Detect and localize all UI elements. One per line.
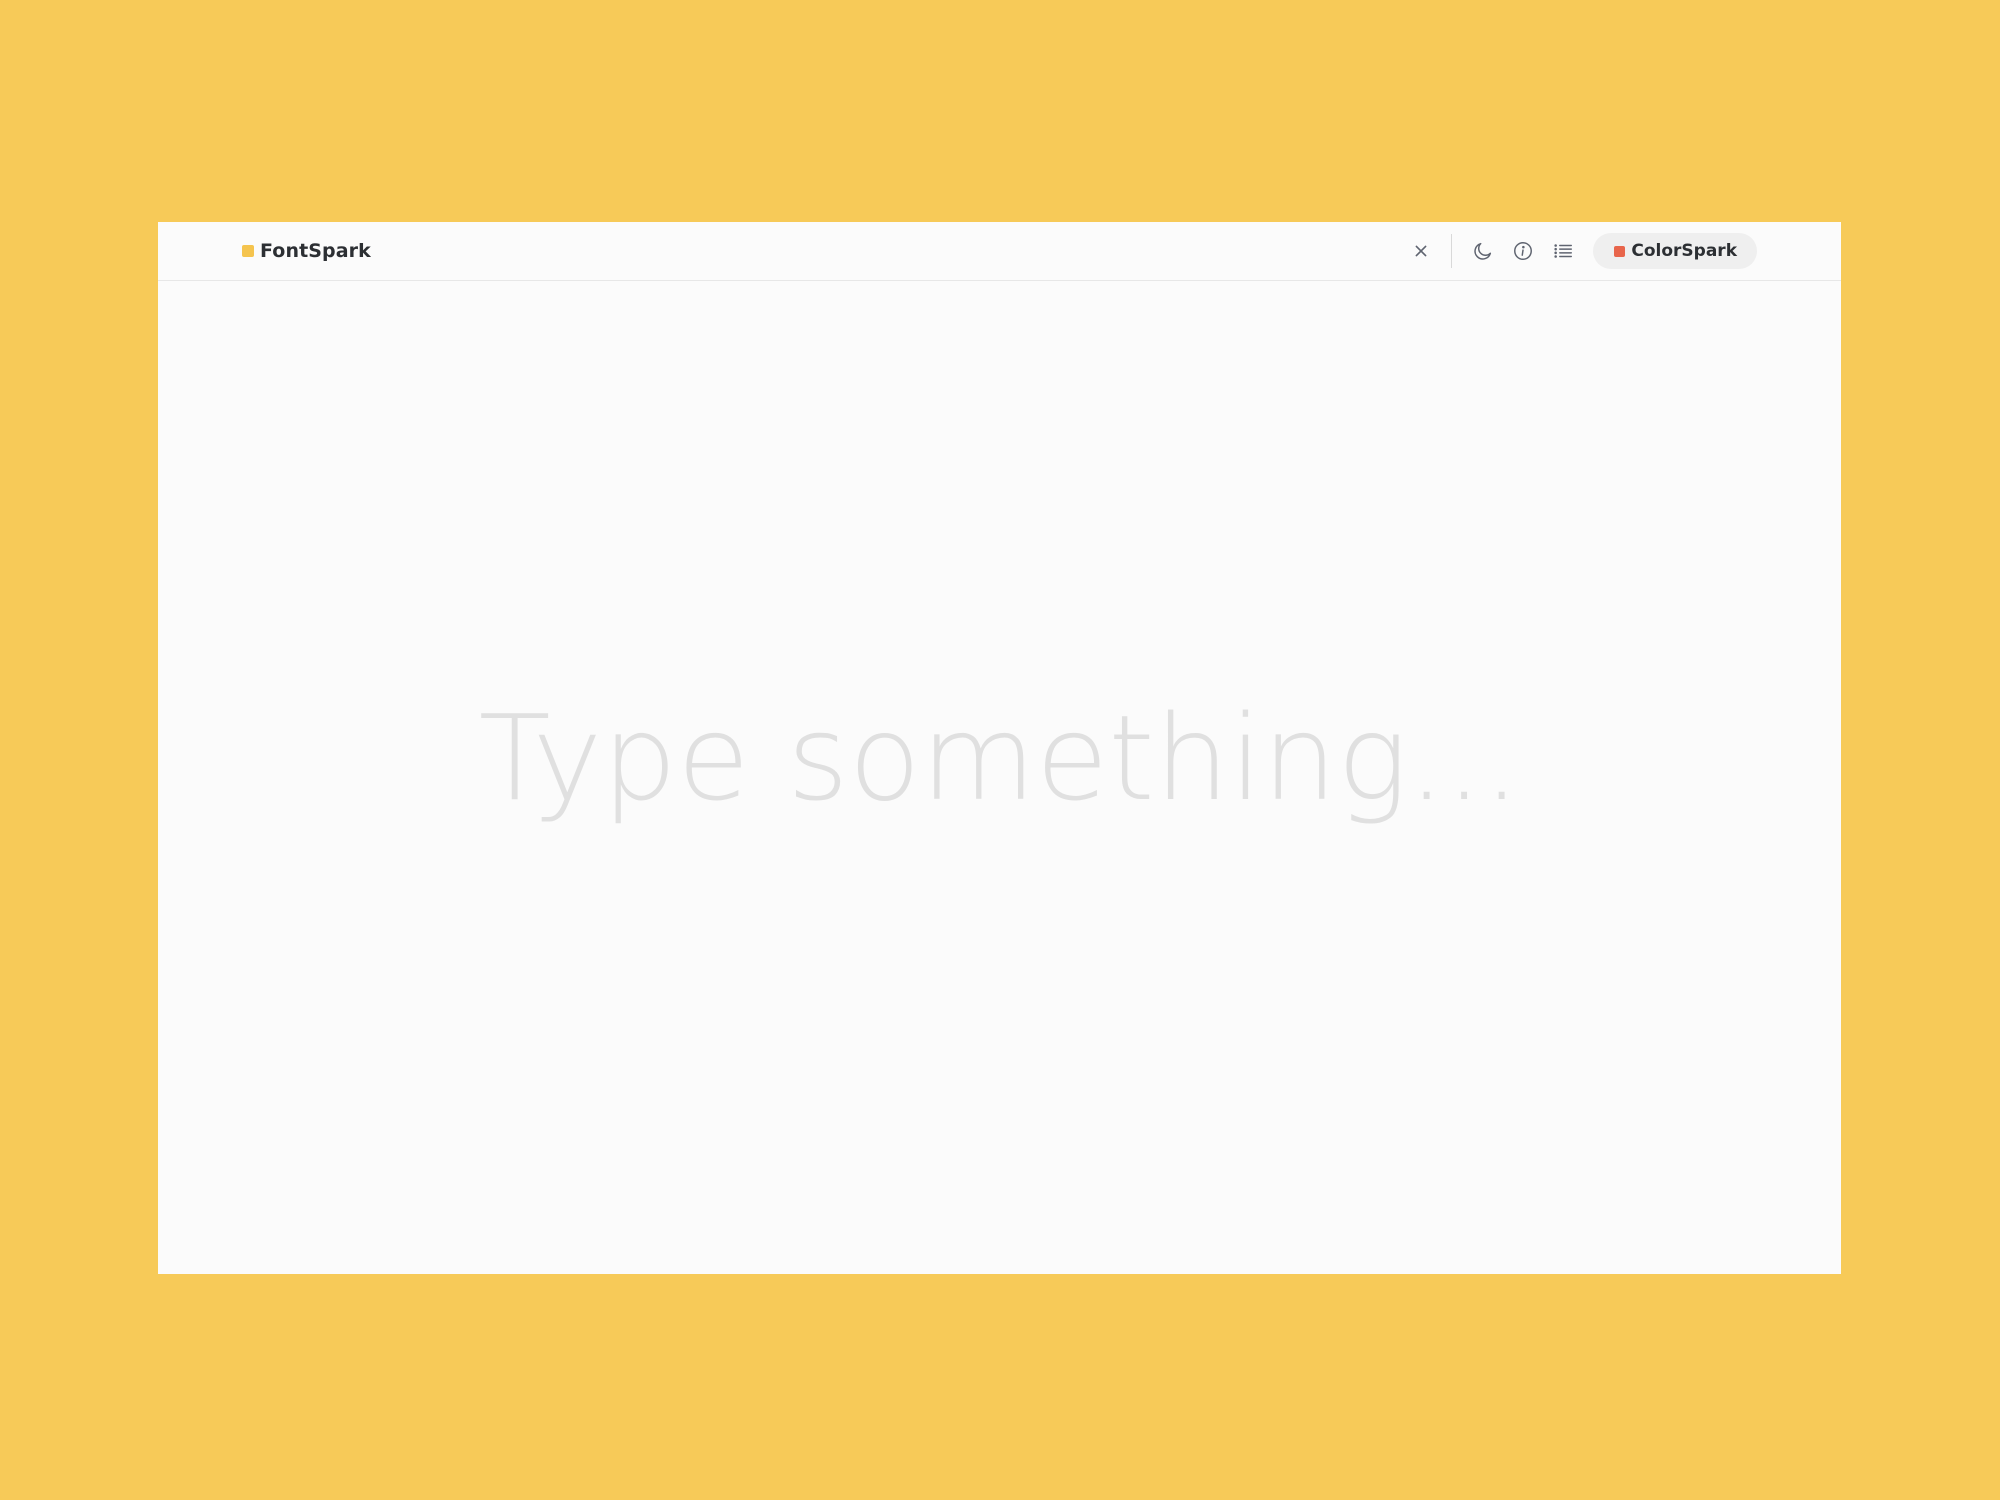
app-window: FontSpark ColorSpark Type something...	[158, 222, 1841, 1274]
colorspark-link[interactable]: ColorSpark	[1593, 233, 1757, 269]
dark-mode-toggle[interactable]	[1463, 232, 1503, 270]
clear-button[interactable]	[1401, 232, 1441, 270]
brand-logo[interactable]: FontSpark	[242, 237, 371, 265]
toolbar: ColorSpark	[1401, 232, 1757, 270]
info-icon	[1514, 242, 1533, 260]
header-bar: FontSpark ColorSpark	[158, 222, 1841, 281]
close-icon	[1415, 245, 1427, 257]
font-list-button[interactable]	[1543, 232, 1583, 270]
editor-area	[158, 281, 1841, 1274]
colorspark-swatch-icon	[1614, 245, 1626, 257]
colorspark-label: ColorSpark	[1631, 241, 1737, 261]
brand-name: FontSpark	[260, 240, 371, 262]
info-button[interactable]	[1503, 232, 1543, 270]
type-something-input[interactable]	[299, 688, 1700, 827]
brand-swatch-icon	[242, 245, 254, 257]
toolbar-divider	[1451, 234, 1453, 268]
moon-icon	[1474, 242, 1492, 260]
list-icon	[1554, 244, 1573, 258]
